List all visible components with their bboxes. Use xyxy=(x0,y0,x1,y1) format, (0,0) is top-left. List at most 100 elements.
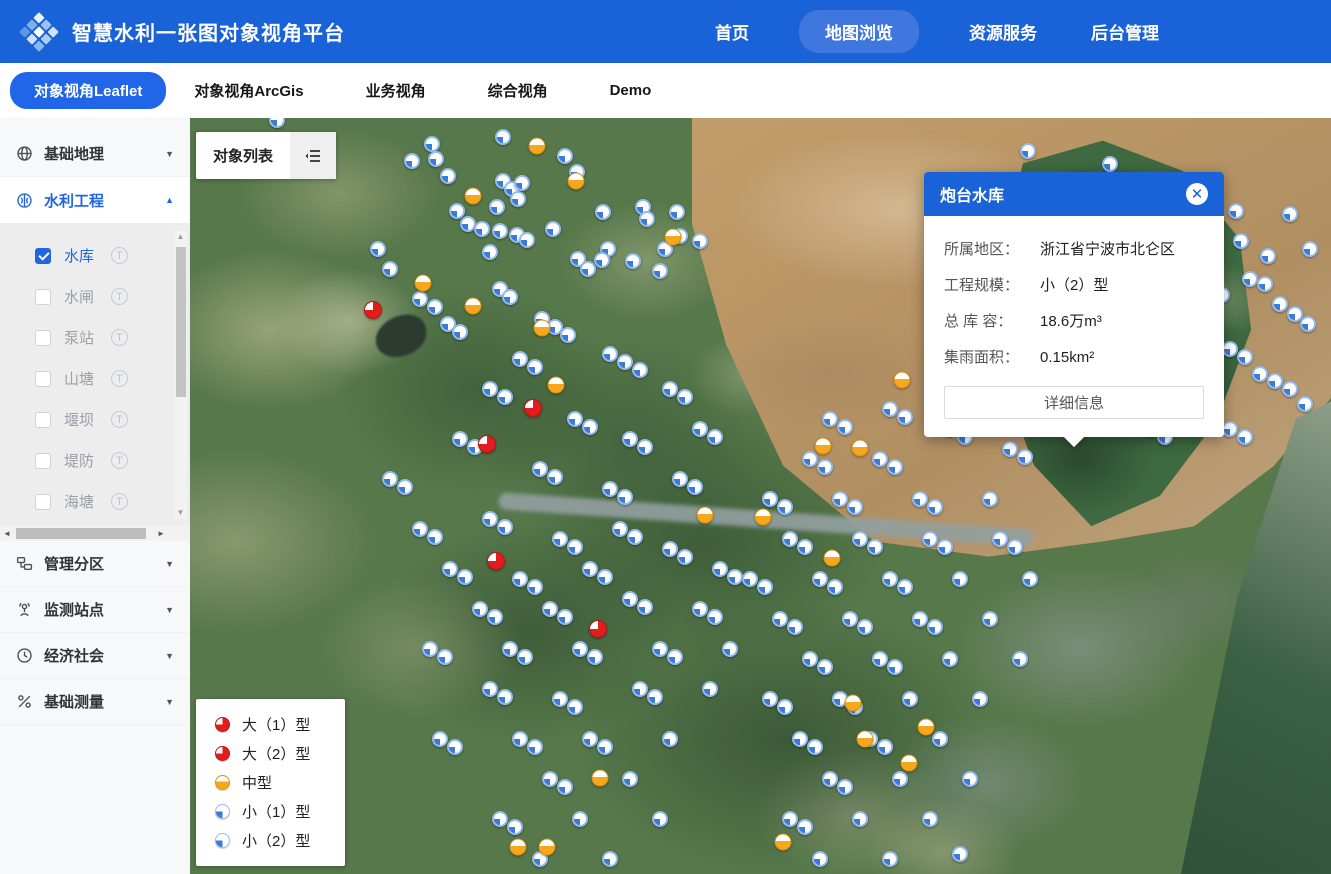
reservoir-marker-small[interactable] xyxy=(1272,296,1288,312)
sidebar-group-3[interactable]: 管理分区▼ xyxy=(0,541,190,587)
reservoir-marker-small[interactable] xyxy=(772,611,788,627)
reservoir-marker-small[interactable] xyxy=(502,289,518,305)
reservoir-marker-small[interactable] xyxy=(892,771,908,787)
reservoir-marker-small[interactable] xyxy=(667,649,683,665)
reservoir-marker-small[interactable] xyxy=(912,611,928,627)
reservoir-marker-small[interactable] xyxy=(527,359,543,375)
reservoir-marker-small[interactable] xyxy=(582,731,598,747)
circled-t-icon[interactable]: T xyxy=(111,329,128,346)
reservoir-marker-small[interactable] xyxy=(527,579,543,595)
reservoir-marker-small[interactable] xyxy=(1233,233,1249,249)
reservoir-marker-medium[interactable] xyxy=(857,731,874,748)
reservoir-marker-small[interactable] xyxy=(952,571,968,587)
reservoir-marker-small[interactable] xyxy=(382,261,398,277)
reservoir-marker-small[interactable] xyxy=(962,771,978,787)
reservoir-marker-small[interactable] xyxy=(492,223,508,239)
layer-item-1[interactable]: 水库T xyxy=(0,235,190,276)
reservoir-marker-small[interactable] xyxy=(474,221,490,237)
close-icon[interactable]: ✕ xyxy=(1186,183,1208,205)
reservoir-marker-small[interactable] xyxy=(595,204,611,220)
reservoir-marker-small[interactable] xyxy=(882,571,898,587)
reservoir-marker-small[interactable] xyxy=(622,771,638,787)
reservoir-marker-small[interactable] xyxy=(587,649,603,665)
reservoir-marker-small[interactable] xyxy=(452,431,468,447)
reservoir-marker-small[interactable] xyxy=(428,151,444,167)
reservoir-marker-small[interactable] xyxy=(472,601,488,617)
reservoir-marker-small[interactable] xyxy=(712,561,728,577)
reservoir-marker-small[interactable] xyxy=(557,148,573,164)
reservoir-marker-medium[interactable] xyxy=(529,138,546,155)
reservoir-marker-small[interactable] xyxy=(519,232,535,248)
reservoir-marker-small[interactable] xyxy=(797,539,813,555)
reservoir-marker-medium[interactable] xyxy=(665,229,682,246)
reservoir-marker-small[interactable] xyxy=(532,461,548,477)
reservoir-marker-small[interactable] xyxy=(1222,341,1238,357)
reservoir-marker-small[interactable] xyxy=(952,846,968,862)
reservoir-marker-small[interactable] xyxy=(812,571,828,587)
reservoir-marker-small[interactable] xyxy=(912,491,928,507)
reservoir-marker-small[interactable] xyxy=(1007,539,1023,555)
reservoir-marker-medium[interactable] xyxy=(918,719,935,736)
reservoir-marker-small[interactable] xyxy=(567,539,583,555)
reservoir-marker-small[interactable] xyxy=(617,354,633,370)
reservoir-marker-small[interactable] xyxy=(867,539,883,555)
tab-1[interactable]: 对象视角Leaflet xyxy=(10,72,166,109)
reservoir-marker-medium[interactable] xyxy=(845,695,862,712)
circled-t-icon[interactable]: T xyxy=(111,493,128,510)
reservoir-marker-small[interactable] xyxy=(512,351,528,367)
sidebar-group-2[interactable]: 水利工程▲ xyxy=(0,177,190,223)
scrollbar-thumb[interactable] xyxy=(176,247,186,397)
reservoir-marker-small[interactable] xyxy=(594,252,610,268)
reservoir-marker-medium[interactable] xyxy=(824,550,841,567)
reservoir-marker-small[interactable] xyxy=(842,611,858,627)
scroll-up-icon[interactable]: ▲ xyxy=(174,231,187,243)
reservoir-marker-small[interactable] xyxy=(597,569,613,585)
reservoir-marker-small[interactable] xyxy=(1020,143,1036,159)
reservoir-marker-medium[interactable] xyxy=(852,440,869,457)
reservoir-marker-small[interactable] xyxy=(1282,381,1298,397)
nav-item-3[interactable]: 资源服务 xyxy=(965,10,1041,53)
reservoir-marker-small[interactable] xyxy=(702,681,718,697)
tab-5[interactable]: Demo xyxy=(608,74,654,107)
reservoir-marker-large[interactable] xyxy=(589,620,607,638)
reservoir-marker-small[interactable] xyxy=(887,659,903,675)
reservoir-marker-small[interactable] xyxy=(514,175,530,191)
reservoir-marker-small[interactable] xyxy=(1300,316,1316,332)
sidebar-group-5[interactable]: 经济社会▼ xyxy=(0,633,190,679)
circled-t-icon[interactable]: T xyxy=(111,452,128,469)
reservoir-marker-small[interactable] xyxy=(707,609,723,625)
reservoir-marker-small[interactable] xyxy=(817,459,833,475)
nav-item-4[interactable]: 后台管理 xyxy=(1087,10,1163,53)
reservoir-marker-small[interactable] xyxy=(872,451,888,467)
reservoir-marker-small[interactable] xyxy=(397,479,413,495)
reservoir-marker-small[interactable] xyxy=(927,499,943,515)
reservoir-marker-small[interactable] xyxy=(622,431,638,447)
checkbox[interactable] xyxy=(35,330,51,346)
reservoir-marker-small[interactable] xyxy=(902,691,918,707)
reservoir-marker-small[interactable] xyxy=(787,619,803,635)
reservoir-marker-small[interactable] xyxy=(557,609,573,625)
vertical-scrollbar[interactable]: ▲▼ xyxy=(174,231,187,519)
reservoir-marker-small[interactable] xyxy=(822,411,838,427)
reservoir-marker-large[interactable] xyxy=(364,301,382,319)
tab-4[interactable]: 综合视角 xyxy=(486,72,550,109)
reservoir-marker-small[interactable] xyxy=(489,199,505,215)
reservoir-marker-small[interactable] xyxy=(412,521,428,537)
reservoir-marker-small[interactable] xyxy=(497,689,513,705)
reservoir-marker-small[interactable] xyxy=(545,221,561,237)
reservoir-marker-small[interactable] xyxy=(639,211,655,227)
reservoir-marker-small[interactable] xyxy=(632,681,648,697)
reservoir-marker-small[interactable] xyxy=(972,691,988,707)
reservoir-marker-small[interactable] xyxy=(617,489,633,505)
reservoir-marker-small[interactable] xyxy=(652,811,668,827)
reservoir-marker-small[interactable] xyxy=(982,611,998,627)
reservoir-marker-small[interactable] xyxy=(742,571,758,587)
reservoir-marker-small[interactable] xyxy=(424,136,440,152)
reservoir-marker-small[interactable] xyxy=(677,549,693,565)
reservoir-marker-small[interactable] xyxy=(1222,421,1238,437)
reservoir-marker-small[interactable] xyxy=(792,731,808,747)
reservoir-marker-small[interactable] xyxy=(692,421,708,437)
reservoir-marker-medium[interactable] xyxy=(548,377,565,394)
reservoir-marker-small[interactable] xyxy=(625,253,641,269)
reservoir-marker-small[interactable] xyxy=(602,346,618,362)
